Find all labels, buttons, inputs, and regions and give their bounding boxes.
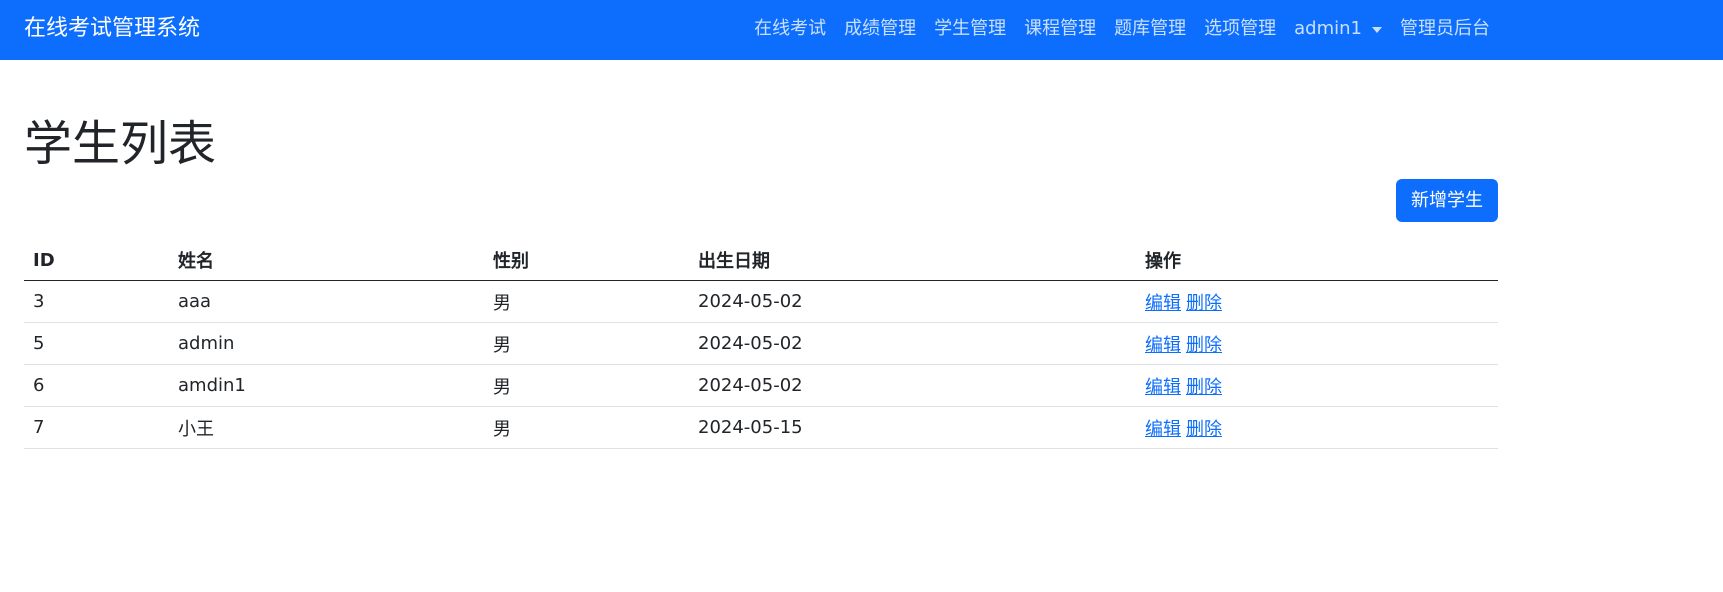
- table-row: 7 小王 男 2024-05-15 编辑 删除: [24, 406, 1498, 449]
- edit-link[interactable]: 编辑: [1145, 293, 1181, 314]
- edit-link[interactable]: 编辑: [1145, 377, 1181, 398]
- cell-name: 小王: [169, 406, 484, 449]
- header-birthdate: 出生日期: [689, 240, 1136, 281]
- cell-name: aaa: [169, 280, 484, 323]
- table-row: 6 amdin1 男 2024-05-02 编辑 删除: [24, 364, 1498, 407]
- header-actions: 操作: [1136, 240, 1498, 281]
- add-student-button[interactable]: 新增学生: [1396, 179, 1498, 222]
- nav-links: 在线考试 成绩管理 学生管理 课程管理 题库管理 选项管理 admin1 管理员…: [754, 14, 1490, 44]
- nav-link-grades[interactable]: 成绩管理: [844, 14, 916, 44]
- nav-link-online-exam[interactable]: 在线考试: [754, 14, 826, 44]
- nav-link-options[interactable]: 选项管理: [1204, 14, 1276, 44]
- brand-logo-text[interactable]: 在线考试管理系统: [24, 14, 200, 44]
- user-menu-dropdown[interactable]: admin1: [1294, 14, 1382, 44]
- cell-gender: 男: [484, 322, 689, 365]
- cell-actions: 编辑 删除: [1136, 280, 1498, 323]
- cell-gender: 男: [484, 364, 689, 407]
- edit-link[interactable]: 编辑: [1145, 335, 1181, 356]
- nav-link-admin-backend[interactable]: 管理员后台: [1400, 14, 1490, 44]
- table-row: 3 aaa 男 2024-05-02 编辑 删除: [24, 280, 1498, 323]
- nav-link-courses[interactable]: 课程管理: [1024, 14, 1096, 44]
- caret-down-icon: [1372, 26, 1382, 33]
- cell-birthdate: 2024-05-02: [689, 364, 1136, 407]
- cell-birthdate: 2024-05-02: [689, 280, 1136, 323]
- nav-link-students[interactable]: 学生管理: [934, 14, 1006, 44]
- cell-actions: 编辑 删除: [1136, 364, 1498, 407]
- cell-id: 7: [24, 406, 169, 449]
- student-table-container: ID 姓名 性别 出生日期 操作 3 aaa 男 2024-05-02 编辑 删除…: [24, 240, 1498, 449]
- header-id: ID: [24, 240, 169, 281]
- user-menu-label: admin1: [1294, 18, 1362, 39]
- delete-link[interactable]: 删除: [1186, 335, 1222, 356]
- delete-link[interactable]: 删除: [1186, 293, 1222, 314]
- page-title: 学生列表: [24, 116, 217, 172]
- cell-actions: 编辑 删除: [1136, 322, 1498, 365]
- cell-id: 5: [24, 322, 169, 365]
- cell-name: admin: [169, 322, 484, 365]
- cell-name: amdin1: [169, 364, 484, 407]
- edit-link[interactable]: 编辑: [1145, 419, 1181, 440]
- cell-actions: 编辑 删除: [1136, 406, 1498, 449]
- header-name: 姓名: [169, 240, 484, 281]
- header-gender: 性别: [484, 240, 689, 281]
- nav-link-question-bank[interactable]: 题库管理: [1114, 14, 1186, 44]
- cell-id: 3: [24, 280, 169, 323]
- cell-gender: 男: [484, 280, 689, 323]
- cell-id: 6: [24, 364, 169, 407]
- navbar: 在线考试管理系统 在线考试 成绩管理 学生管理 课程管理 题库管理 选项管理 a…: [0, 0, 1723, 60]
- delete-link[interactable]: 删除: [1186, 377, 1222, 398]
- delete-link[interactable]: 删除: [1186, 419, 1222, 440]
- cell-gender: 男: [484, 406, 689, 449]
- table-row: 5 admin 男 2024-05-02 编辑 删除: [24, 322, 1498, 365]
- table-header-row: ID 姓名 性别 出生日期 操作: [24, 240, 1498, 281]
- cell-birthdate: 2024-05-15: [689, 406, 1136, 449]
- student-table: ID 姓名 性别 出生日期 操作 3 aaa 男 2024-05-02 编辑 删除…: [24, 240, 1498, 449]
- cell-birthdate: 2024-05-02: [689, 322, 1136, 365]
